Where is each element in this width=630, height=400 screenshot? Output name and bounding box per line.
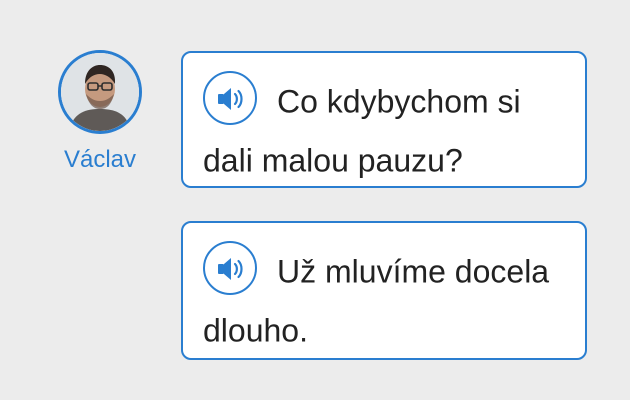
speaker: Václav <box>53 50 147 174</box>
avatar-photo <box>61 53 139 131</box>
play-audio-button[interactable] <box>203 70 257 125</box>
speaker-name: Václav <box>63 146 137 173</box>
speaker-icon <box>218 257 243 280</box>
play-audio-button[interactable] <box>203 240 257 295</box>
avatar <box>58 50 142 134</box>
message-bubble: Už mluvíme docela dlouho. <box>181 221 587 360</box>
speaker-icon <box>218 87 243 110</box>
message-bubble: Co kdybychom si dali malou pauzu? <box>181 51 587 188</box>
